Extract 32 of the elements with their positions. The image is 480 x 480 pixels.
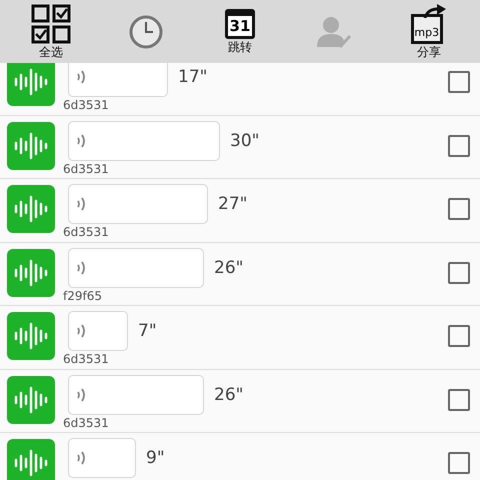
duration-text: 27" [218, 194, 248, 214]
duration-text: 9" [146, 448, 165, 468]
duration-text: 26" [214, 258, 244, 278]
duration-text: 7" [138, 321, 157, 341]
sender-id: 6d3531 [63, 224, 110, 240]
checkbox[interactable] [448, 388, 470, 410]
checkbox[interactable] [448, 452, 470, 474]
select-all-icon[interactable] [31, 4, 72, 44]
voice-message-icon [7, 185, 55, 233]
sender-id: 6d3531 [63, 351, 110, 367]
toolbar-label[interactable]: 跳转 [228, 40, 252, 54]
sender-id: 6d3531 [63, 97, 110, 113]
voice-message-icon [7, 122, 55, 170]
toolbar-label[interactable]: 分享 [416, 45, 441, 59]
checkbox[interactable] [448, 134, 470, 156]
duration-text: 30" [230, 130, 260, 150]
duration-text: 17" [178, 67, 208, 87]
voice-message-icon [7, 248, 55, 296]
checkbox[interactable] [448, 71, 470, 93]
sender-id: 6d3531 [63, 414, 110, 430]
duration-text: 26" [214, 384, 244, 404]
voice-message-icon [7, 63, 55, 106]
clock-icon[interactable] [128, 14, 163, 48]
calendar-icon[interactable]: 31 [224, 9, 255, 39]
voice-message-icon [7, 376, 55, 424]
voice-message-icon [7, 312, 55, 360]
sender-id: 6d3531 [63, 160, 110, 176]
checkbox[interactable] [448, 198, 470, 220]
toolbar-label[interactable]: 全选 [39, 45, 64, 59]
checkbox[interactable] [448, 325, 470, 347]
sender-id: f29f65 [63, 288, 103, 304]
checkbox[interactable] [448, 262, 470, 284]
